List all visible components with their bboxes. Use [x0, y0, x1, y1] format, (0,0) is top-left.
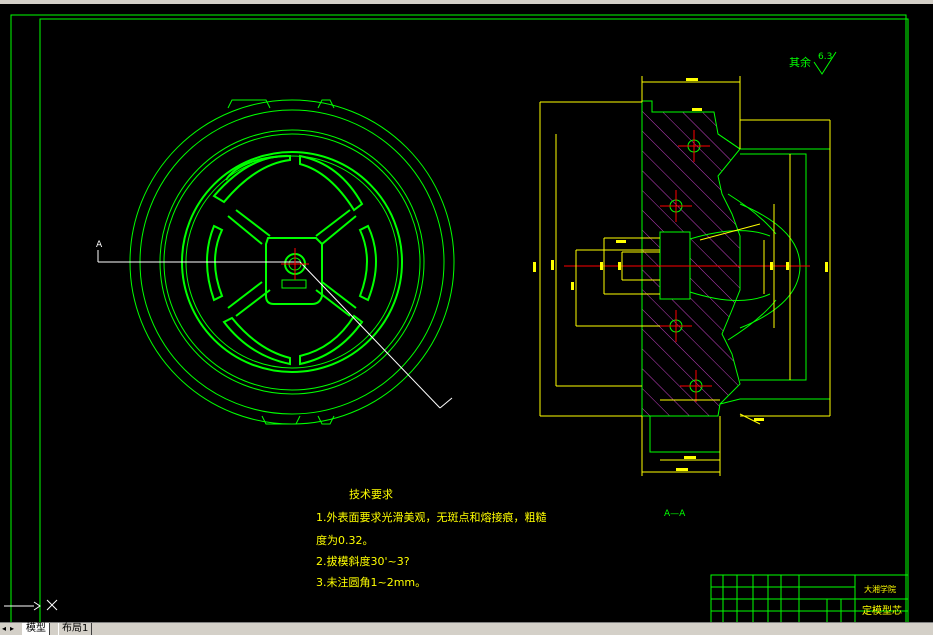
- tech-line-2: 度为0.32。: [316, 533, 374, 547]
- layout-tab-bar: ◂ ▸ 模型 布局1: [0, 622, 933, 635]
- title-block-drawing-name: 定模型芯: [862, 604, 902, 617]
- tech-line-3: 2.拔模斜度30'~3?: [316, 554, 410, 568]
- outer-sheet-border: [10, 14, 907, 622]
- tab-model[interactable]: 模型: [22, 623, 50, 635]
- tab-nav-first-icon[interactable]: ◂: [2, 624, 8, 634]
- title-block-school: 大湘学院: [864, 584, 896, 594]
- tab-layout1[interactable]: 布局1: [58, 623, 93, 635]
- ucs-icon: [4, 599, 58, 611]
- section-line-a: A: [96, 240, 453, 409]
- roughness-label: 其余: [789, 55, 811, 69]
- technical-requirements: 技术要求 1.外表面要求光滑美观，无斑点和熔接痕，粗糙 度为0.32。 2.拔模…: [316, 488, 547, 589]
- section-view-label: A—A: [664, 509, 686, 519]
- tech-line-1: 1.外表面要求光滑美观，无斑点和熔接痕，粗糙: [316, 510, 547, 524]
- tech-title: 技术要求: [349, 488, 393, 501]
- drawing-canvas[interactable]: A 其余 6.3 A—A 技术要求 1.外表面要求光滑美观，无斑点和熔接痕，粗糙…: [0, 4, 933, 622]
- roughness-note: 其余 6.3: [789, 51, 837, 75]
- tech-line-4: 3.未注圆角1~2mm。: [316, 575, 426, 589]
- tab-nav-next-icon[interactable]: ▸: [10, 624, 16, 634]
- inner-sheet-border: [39, 18, 909, 622]
- section-marker-left: A: [96, 240, 103, 250]
